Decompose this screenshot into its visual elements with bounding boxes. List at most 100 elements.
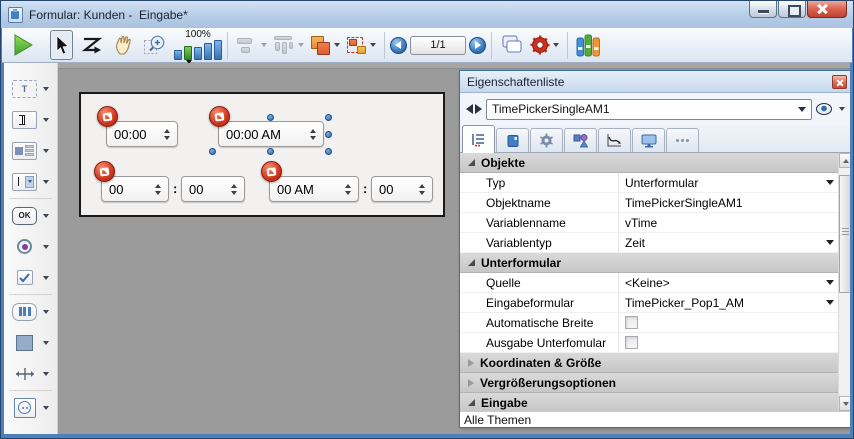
dropdown-arrow-icon[interactable] (826, 180, 834, 185)
palette-item-label[interactable]: T (4, 73, 57, 104)
object-selector-combobox[interactable]: TimePickerSingleAM1 (486, 99, 812, 120)
dropdown-arrow-icon[interactable] (43, 245, 49, 249)
selection-handle[interactable] (267, 148, 274, 155)
maximize-button[interactable] (778, 1, 806, 18)
section-koordinaten[interactable]: Koordinaten & Größe (460, 353, 838, 373)
properties-panel-header[interactable]: Eigenschaftenliste (460, 71, 850, 93)
next-page-button[interactable] (469, 37, 486, 54)
close-button[interactable] (807, 1, 847, 18)
palette-item-checkbox[interactable] (4, 262, 57, 293)
property-value-variablenname[interactable]: vTime (618, 213, 838, 232)
library-button[interactable] (573, 30, 604, 60)
dropdown-arrow-icon[interactable] (43, 118, 49, 122)
spinner-icon[interactable] (231, 184, 237, 195)
dropdown-arrow-icon[interactable] (43, 87, 49, 91)
section-objekte[interactable]: Objekte (460, 153, 838, 173)
palette-item-listbox[interactable] (4, 135, 57, 166)
scroll-down-button[interactable] (839, 396, 850, 411)
settings-gear-button[interactable] (527, 30, 562, 60)
property-value-typ[interactable]: Unterformular (618, 173, 838, 192)
spinner-icon[interactable] (310, 129, 316, 140)
properties-close-button[interactable] (832, 75, 847, 89)
property-value-variablentyp[interactable]: Zeit (618, 233, 838, 252)
subform-badge-icon[interactable] (261, 161, 282, 182)
previous-object-button[interactable] (466, 104, 473, 114)
magnifier-icon (143, 33, 167, 57)
select-tool-button[interactable] (50, 30, 73, 60)
selection-handle[interactable] (209, 148, 216, 155)
form-design-surface[interactable]: 00:00 00:00 AM 00 : 00 (79, 92, 445, 217)
palette-item-splitter[interactable] (4, 358, 57, 389)
palette-item-radiobutton[interactable] (4, 231, 57, 262)
align-horizontal-button[interactable] (233, 30, 270, 60)
selection-handle[interactable] (325, 131, 332, 138)
subform-badge-icon[interactable] (94, 161, 115, 182)
palette-item-button[interactable]: OK (4, 200, 57, 231)
scrollbar-thumb[interactable] (839, 175, 850, 293)
spinner-icon[interactable] (155, 184, 161, 195)
dropdown-arrow-icon[interactable] (43, 372, 49, 376)
spinner-icon[interactable] (164, 129, 170, 140)
next-object-button[interactable] (475, 104, 482, 114)
tab-settings[interactable] (530, 128, 563, 152)
checkbox-unchecked[interactable] (625, 336, 638, 349)
dropdown-arrow-icon[interactable] (826, 280, 834, 285)
dropdown-arrow-icon[interactable] (43, 149, 49, 153)
palette-item-combobox[interactable] (4, 166, 57, 197)
zoom-tool-button[interactable] (140, 30, 170, 60)
timepicker-24h[interactable]: 00:00 (106, 121, 178, 147)
selection-handle[interactable] (325, 148, 332, 155)
tab-order-tool-button[interactable] (78, 30, 106, 60)
hour-am-spinner[interactable]: 00 AM (269, 176, 359, 202)
minute-spinner[interactable]: 00 (181, 176, 245, 202)
subform-badge-icon[interactable] (209, 106, 230, 127)
section-vergroesserungsoptionen[interactable]: Vergrößerungsoptionen (460, 373, 838, 393)
selection-handle[interactable] (325, 114, 332, 121)
dropdown-arrow-icon[interactable] (43, 276, 49, 280)
pages-overview-button[interactable] (497, 30, 527, 60)
dropdown-arrow-icon[interactable] (826, 300, 834, 305)
pan-tool-button[interactable] (110, 30, 138, 60)
tab-data[interactable] (496, 128, 529, 152)
align-vertical-button[interactable] (270, 30, 307, 60)
dropdown-arrow-icon[interactable] (43, 406, 49, 410)
tab-general[interactable] (462, 125, 495, 153)
selection-mode-button[interactable] (343, 30, 379, 60)
dropdown-arrow-icon[interactable] (43, 214, 49, 218)
scroll-up-button[interactable] (839, 153, 850, 168)
palette-item-textfield[interactable] (4, 104, 57, 135)
arrange-order-button[interactable] (307, 30, 343, 60)
properties-scrollbar[interactable] (838, 153, 850, 411)
checkbox-unchecked[interactable] (625, 316, 638, 329)
minimize-button[interactable] (749, 1, 777, 18)
visibility-eye-icon[interactable] (816, 103, 832, 115)
selection-handle[interactable] (267, 114, 274, 121)
tab-curve[interactable] (598, 128, 631, 152)
dropdown-arrow-icon[interactable] (43, 341, 49, 345)
tab-objects[interactable] (564, 128, 597, 152)
property-value-objektname[interactable]: TimePickerSingleAM1 (618, 193, 838, 212)
dropdown-arrow-icon[interactable] (43, 310, 49, 314)
zoom-level-control[interactable]: 100% (174, 30, 222, 60)
section-eingabe[interactable]: Eingabe (460, 393, 838, 411)
visibility-dropdown-icon[interactable] (839, 107, 845, 111)
palette-item-subform[interactable] (4, 392, 57, 423)
spinner-icon[interactable] (345, 184, 351, 195)
dropdown-arrow-icon[interactable] (43, 180, 49, 184)
spinner-icon[interactable] (419, 184, 425, 195)
previous-page-button[interactable] (390, 37, 407, 54)
property-value-eingabeformular[interactable]: TimePicker_Pop1_AM (618, 293, 838, 312)
subform-badge-icon[interactable] (97, 106, 118, 127)
palette-item-rectangle[interactable] (4, 327, 57, 358)
property-value-quelle[interactable]: <Keine> (618, 273, 838, 292)
tab-more[interactable] (666, 128, 699, 152)
tab-display[interactable] (632, 128, 665, 152)
page-indicator[interactable]: 1/1 (410, 36, 466, 55)
section-unterformular[interactable]: Unterformular (460, 253, 838, 273)
minute-spinner[interactable]: 00 (371, 176, 433, 202)
palette-item-buttongroup[interactable] (4, 296, 57, 327)
timepicker-am-selected[interactable]: 00:00 AM (218, 121, 324, 147)
dropdown-arrow-icon[interactable] (826, 240, 834, 245)
run-form-button[interactable] (8, 30, 37, 60)
hour-spinner[interactable]: 00 (101, 176, 169, 202)
